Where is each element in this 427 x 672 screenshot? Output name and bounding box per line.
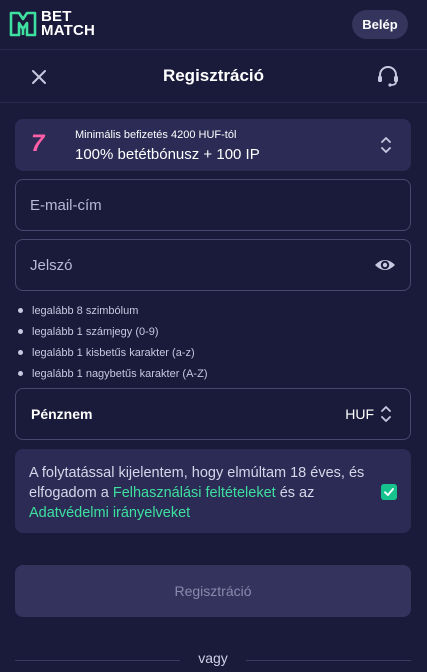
- privacy-policy-link[interactable]: Adatvédelmi irányelveket: [29, 505, 190, 521]
- password-input[interactable]: [30, 240, 360, 290]
- divider-line-right: [246, 660, 411, 661]
- email-input[interactable]: [30, 180, 360, 230]
- bullet-icon: [18, 308, 23, 313]
- password-rule-text: legalább 1 nagybetűs karakter (A-Z): [32, 367, 208, 380]
- divider-label: vagy: [198, 650, 228, 666]
- headset-icon[interactable]: [375, 63, 401, 89]
- password-rule: legalább 1 kisbetűs karakter (a-z): [18, 342, 398, 363]
- password-rule-text: legalább 1 számjegy (0-9): [32, 325, 159, 338]
- password-rule: legalább 8 szimbólum: [18, 300, 398, 321]
- terms-consent: A folytatással kijelentem, hogy elmúltam…: [15, 449, 411, 533]
- email-field[interactable]: [15, 179, 411, 231]
- currency-select[interactable]: Pénznem HUF: [15, 388, 411, 440]
- bullet-icon: [18, 329, 23, 334]
- register-button[interactable]: Regisztráció: [15, 565, 411, 617]
- password-rules: legalább 8 szimbólum legalább 1 számjegy…: [18, 300, 398, 384]
- or-divider: vagy: [15, 650, 411, 670]
- password-field[interactable]: [15, 239, 411, 291]
- chevron-up-down-icon: [381, 406, 391, 422]
- password-rule: legalább 1 nagybetűs karakter (A-Z): [18, 363, 398, 384]
- top-bar: BET MATCH Belép: [0, 0, 427, 50]
- currency-label: Pénznem: [31, 406, 93, 422]
- bullet-icon: [18, 350, 23, 355]
- bonus-title: 100% betétbónusz + 100 IP: [75, 146, 260, 163]
- betmatch-logo[interactable]: BET MATCH: [8, 9, 95, 39]
- currency-value: HUF: [345, 406, 374, 422]
- password-rule-text: legalább 8 szimbólum: [32, 304, 139, 317]
- logo-text: BET MATCH: [41, 9, 96, 39]
- chevron-up-down-icon: [381, 137, 391, 153]
- terms-text-middle: és az: [275, 485, 315, 501]
- password-rule-text: legalább 1 kisbetűs karakter (a-z): [32, 346, 195, 359]
- page-header: Regisztráció: [0, 51, 427, 103]
- bullet-icon: [18, 371, 23, 376]
- bonus-subtitle: Minimális befizetés 4200 HUF-tól: [75, 129, 237, 141]
- password-rule: legalább 1 számjegy (0-9): [18, 321, 398, 342]
- bonus-selector[interactable]: 7 Minimális befizetés 4200 HUF-tól 100% …: [15, 119, 411, 171]
- terms-text: A folytatással kijelentem, hogy elmúltam…: [29, 463, 369, 523]
- logo-mark-icon: [9, 11, 37, 37]
- eye-icon[interactable]: [374, 254, 396, 276]
- login-button[interactable]: Belép: [352, 10, 408, 39]
- terms-of-use-link[interactable]: Felhasználási feltételeket: [113, 485, 276, 501]
- page-title: Regisztráció: [162, 66, 265, 85]
- terms-checkbox[interactable]: [381, 484, 397, 500]
- lucky-seven-icon: 7: [31, 130, 45, 157]
- logo-text-line2: MATCH: [41, 22, 96, 39]
